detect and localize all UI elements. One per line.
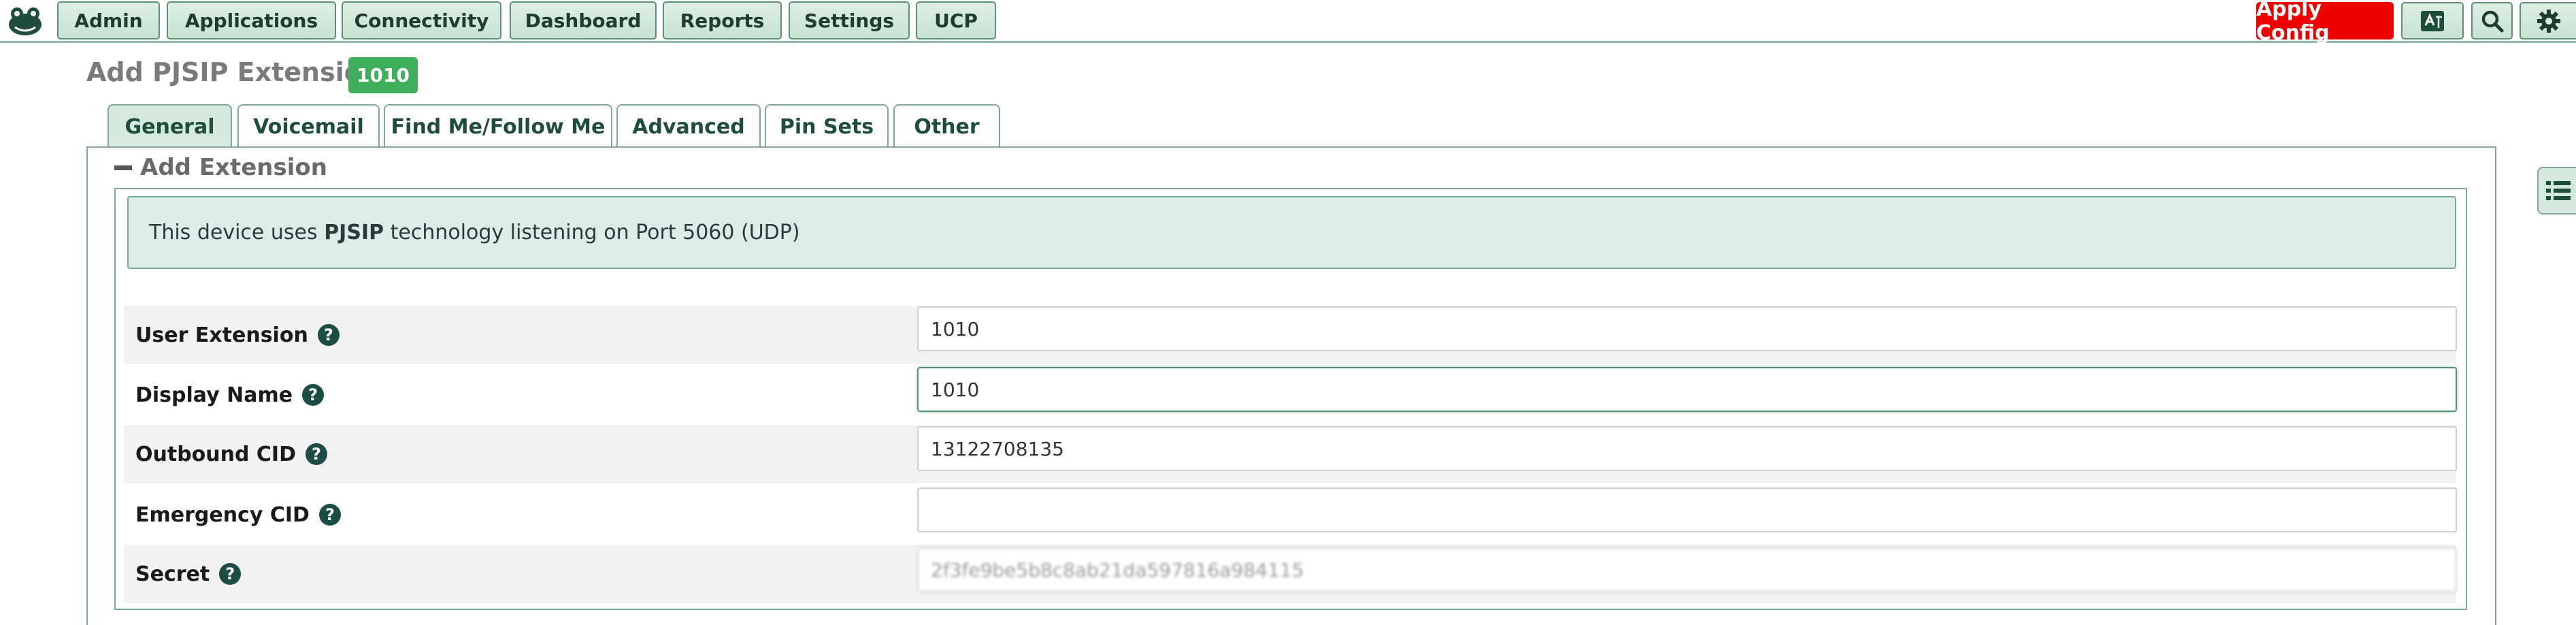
info-tech: PJSIP (324, 221, 384, 244)
nav-connectivity[interactable]: Connectivity (342, 1, 501, 39)
info-suffix: technology listening on Port 5060 (UDP) (384, 221, 800, 244)
language-button[interactable] (2401, 2, 2464, 39)
field-label: User Extension ? (135, 323, 340, 347)
info-alert: This device uses PJSIP technology listen… (127, 196, 2456, 269)
help-icon[interactable]: ? (302, 384, 325, 406)
help-icon[interactable]: ? (306, 443, 328, 465)
apply-config-button[interactable]: Apply Config (2256, 0, 2394, 45)
translate-icon (2421, 10, 2444, 31)
nav-reports[interactable]: Reports (663, 1, 782, 39)
section-toggle-add-extension[interactable]: Add Extension (114, 154, 327, 181)
outbound-cid-input[interactable]: 13122708135 (917, 426, 2457, 471)
search-icon (2481, 10, 2503, 32)
collapse-icon (114, 165, 132, 170)
extension-badge: 1010 (348, 57, 418, 93)
secret-label: Secret (135, 562, 210, 586)
form-row-user-extension: User Extension ? 1010 (124, 306, 2457, 364)
nav-ucp[interactable]: UCP (916, 1, 996, 39)
display-name-input[interactable]: 1010 (917, 367, 2457, 412)
help-icon[interactable]: ? (219, 563, 242, 585)
form-row-outbound-cid: Outbound CID ? 13122708135 (124, 425, 2457, 483)
field-label: Outbound CID ? (135, 442, 328, 466)
outbound-cid-label: Outbound CID (135, 442, 297, 466)
user-extension-input[interactable]: 1010 (917, 306, 2457, 351)
form-row-secret: Secret ? 2f3fe9be5b8c8ab21da597816a98411… (124, 545, 2457, 603)
gear-icon (2537, 9, 2560, 33)
tab-voicemail[interactable]: Voicemail (237, 104, 380, 148)
nav-applications[interactable]: Applications (167, 1, 336, 39)
top-nav-bar: Admin Applications Connectivity Dashboar… (0, 0, 2576, 45)
display-name-label: Display Name (135, 383, 293, 407)
freepbx-logo-icon[interactable] (7, 5, 44, 37)
secret-input[interactable]: 2f3fe9be5b8c8ab21da597816a984115 (917, 547, 2457, 592)
form-row-emergency-cid: Emergency CID ? (124, 485, 2457, 544)
nav-admin[interactable]: Admin (57, 1, 160, 39)
help-icon[interactable]: ? (318, 504, 341, 526)
tab-general[interactable]: General (108, 104, 232, 148)
emergency-cid-label: Emergency CID (135, 502, 310, 527)
nav-settings[interactable]: Settings (789, 1, 910, 39)
emergency-cid-input[interactable] (917, 487, 2457, 532)
field-label: Secret ? (135, 562, 242, 586)
tab-pin-sets[interactable]: Pin Sets (765, 104, 889, 148)
user-extension-label: User Extension (135, 323, 308, 347)
field-label: Emergency CID ? (135, 503, 341, 527)
nav-dashboard[interactable]: Dashboard (510, 1, 657, 39)
form-row-display-name: Display Name ? 1010 (124, 366, 2457, 424)
settings-button[interactable] (2520, 2, 2576, 39)
section-title: Add Extension (140, 154, 327, 181)
help-icon[interactable]: ? (317, 324, 340, 346)
search-button[interactable] (2471, 2, 2513, 39)
page-title: Add PJSIP Extension (86, 57, 380, 87)
tab-other[interactable]: Other (893, 104, 1000, 148)
side-list-toggle[interactable] (2537, 167, 2576, 214)
tab-advanced[interactable]: Advanced (616, 104, 761, 148)
list-icon (2546, 181, 2571, 200)
tab-find-me-follow-me[interactable]: Find Me/Follow Me (384, 104, 612, 148)
field-label: Display Name ? (135, 383, 325, 407)
info-prefix: This device uses (149, 221, 325, 244)
